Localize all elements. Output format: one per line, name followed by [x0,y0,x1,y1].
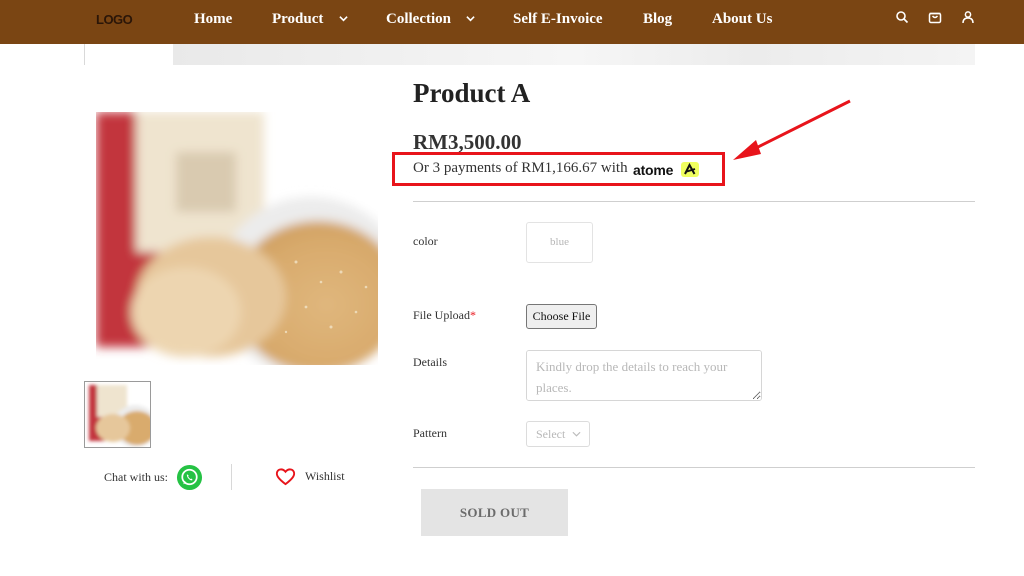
whatsapp-icon[interactable] [176,464,203,491]
divider [413,201,975,202]
nav-collection[interactable]: Collection [386,11,451,28]
pattern-select-value: Select [536,427,566,441]
cart-icon[interactable] [928,10,942,24]
nav-blog[interactable]: Blog [643,11,672,28]
file-upload-label-text: File Upload [413,308,470,322]
pattern-select[interactable]: Select [526,421,590,447]
color-label: color [413,234,438,248]
banner-image-strip [84,44,975,65]
pattern-label: Pattern [413,426,447,440]
banner-edge [84,44,85,65]
details-textarea[interactable] [526,350,762,401]
atome-logo[interactable]: atome [633,162,673,178]
required-mark: * [470,308,476,322]
details-label: Details [413,355,447,369]
nav-self-e-invoice[interactable]: Self E-Invoice [513,11,603,28]
nav-home[interactable]: Home [194,11,232,28]
site-logo[interactable]: LOGO [96,12,133,27]
product-title: Product A [413,78,531,108]
divider [413,467,975,468]
nav-about-us[interactable]: About Us [712,11,772,28]
sold-out-button[interactable]: SOLD OUT [421,489,568,536]
user-icon[interactable] [961,10,975,24]
product-image[interactable] [96,112,378,365]
heart-icon[interactable] [275,467,296,486]
product-thumbnail[interactable] [84,381,151,448]
color-option-blue[interactable]: blue [526,222,593,263]
chevron-down-icon [572,431,581,437]
top-nav-bar: LOGO Home Product Collection Self E-Invo… [0,0,1024,44]
divider [231,464,232,490]
chevron-down-icon[interactable] [339,14,348,23]
file-upload-label: File Upload* [413,308,476,323]
installment-text: Or 3 payments of RM1,166.67 with [413,160,628,176]
chevron-down-icon[interactable] [466,14,475,23]
wishlist-button[interactable]: Wishlist [305,469,345,484]
atome-badge-icon [681,162,699,177]
search-icon[interactable] [895,10,909,24]
chat-label: Chat with us: [104,470,169,484]
choose-file-button[interactable]: Choose File [526,304,597,329]
nav-product[interactable]: Product [272,11,323,28]
